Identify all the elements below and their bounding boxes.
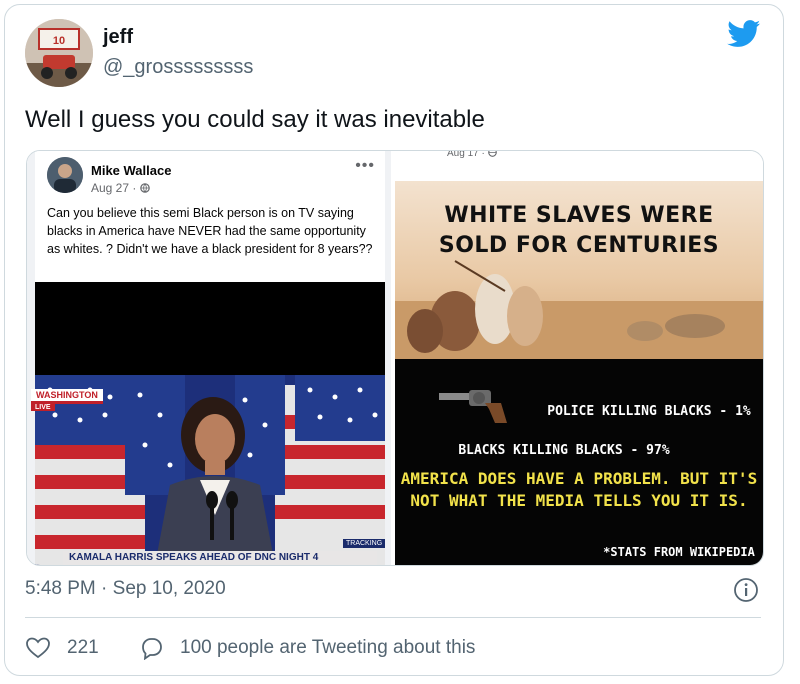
meme-claim-line2: NOT WHAT THE MEDIA TELLS YOU IT IS. (410, 491, 748, 510)
news-location-bug: WASHINGTON (31, 389, 103, 404)
fb-post-text: Can you believe this semi Black person i… (47, 206, 373, 256)
twitter-bird-icon[interactable] (727, 20, 761, 53)
avatar[interactable]: 10 (25, 19, 93, 87)
tweet-timestamp[interactable]: 5:48 PM · Sep 10, 2020 (25, 578, 226, 600)
meme-screenshot: Aug 17 · WHITE SLAVES WERE SOLD FOR CENT… (395, 151, 763, 565)
info-icon[interactable] (733, 577, 759, 608)
speech-bubble-icon (142, 638, 162, 660)
white-slaves-meme: WHITE SLAVES WERE SOLD FOR CENTURIES (395, 181, 763, 359)
fb-more-icon: ••• (355, 157, 375, 174)
facebook-post-card: Mike Wallace Aug 27 · ••• Can you believ… (35, 151, 385, 565)
avatar-sign-text: 10 (53, 35, 65, 47)
tweeting-about-text: 100 people are Tweeting about this (180, 637, 476, 658)
like-count: 221 (67, 637, 99, 658)
news-live-badge: LIVE (31, 404, 55, 411)
facebook-post-screenshot: Mike Wallace Aug 27 · ••• Can you believ… (27, 151, 391, 565)
meme-claim-line1: AMERICA DOES HAVE A PROBLEM. BUT IT'S (400, 469, 758, 488)
like-button[interactable]: 221 (25, 636, 99, 660)
meme-title-line1: WHITE SLAVES WERE (444, 203, 714, 228)
tweet-media[interactable]: Mike Wallace Aug 27 · ••• Can you believ… (26, 150, 764, 566)
globe-icon (139, 183, 150, 193)
tweet-text: Well I guess you could say it was inevit… (25, 106, 485, 133)
avatar-image: 10 (25, 19, 93, 87)
tracking-badge: TRACKING (343, 539, 386, 548)
display-name[interactable]: jeff (103, 26, 133, 49)
video-letterbox (35, 282, 385, 375)
stat-police: POLICE KILLING BLACKS - 1% (547, 404, 751, 419)
meme-post-date-text: Aug 17 · (447, 150, 488, 159)
fb-post-date: Aug 27 · (91, 181, 150, 195)
fb-post-date-text: Aug 27 · (91, 181, 140, 195)
meme-source: *STATS FROM WIKIPEDIA (603, 545, 755, 559)
globe-icon (487, 151, 497, 157)
meme-title-line2: SOLD FOR CENTURIES (438, 233, 720, 258)
stats-meme: POLICE KILLING BLACKS - 1% BLACKS KILLIN… (395, 359, 763, 565)
news-chyron: KAMALA HARRIS SPEAKS AHEAD OF DNC NIGHT … (63, 551, 377, 565)
fb-author-avatar (47, 157, 83, 193)
heart-icon (26, 637, 50, 659)
divider (25, 617, 761, 618)
fb-author-name: Mike Wallace (91, 163, 172, 178)
user-handle[interactable]: @_grosssssssss (103, 56, 253, 79)
conversation-link[interactable]: 100 people are Tweeting about this (138, 636, 475, 660)
meme-post-date: Aug 17 · (447, 150, 497, 159)
stat-blacks: BLACKS KILLING BLACKS - 97% (458, 443, 670, 458)
